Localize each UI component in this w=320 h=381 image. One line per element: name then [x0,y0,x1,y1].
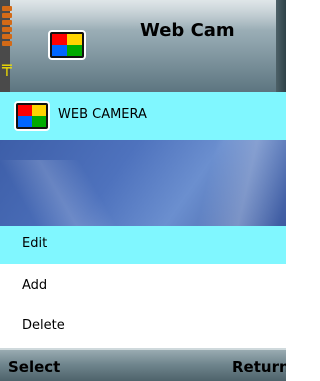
menu-item-delete[interactable]: Delete [0,308,286,346]
menu-item-add[interactable]: Add [0,268,286,306]
color-bars-icon [48,30,86,60]
battery-icon [2,6,12,56]
phone-screen: ╤ Web Cam WEB CAMERA Edit Add Delete Sel… [0,0,286,381]
page-title: Web Cam [140,20,235,41]
softkey-divider [0,348,286,350]
menu-item-label: Delete [22,318,65,333]
wallpaper [0,140,286,226]
softkey-bar: Select Return [0,348,286,381]
select-softkey[interactable]: Select [8,358,60,376]
signal-icon: ╤ [2,57,12,76]
list-item-label: WEB CAMERA [58,107,147,122]
menu-item-label: Add [22,278,48,293]
color-bars-icon [14,101,50,131]
title-bar: ╤ Web Cam [0,0,286,92]
menu-item-label: Edit [22,236,48,251]
return-softkey[interactable]: Return [232,358,286,376]
title-bar-edge [276,0,286,92]
menu-item-edit[interactable]: Edit [0,226,286,264]
